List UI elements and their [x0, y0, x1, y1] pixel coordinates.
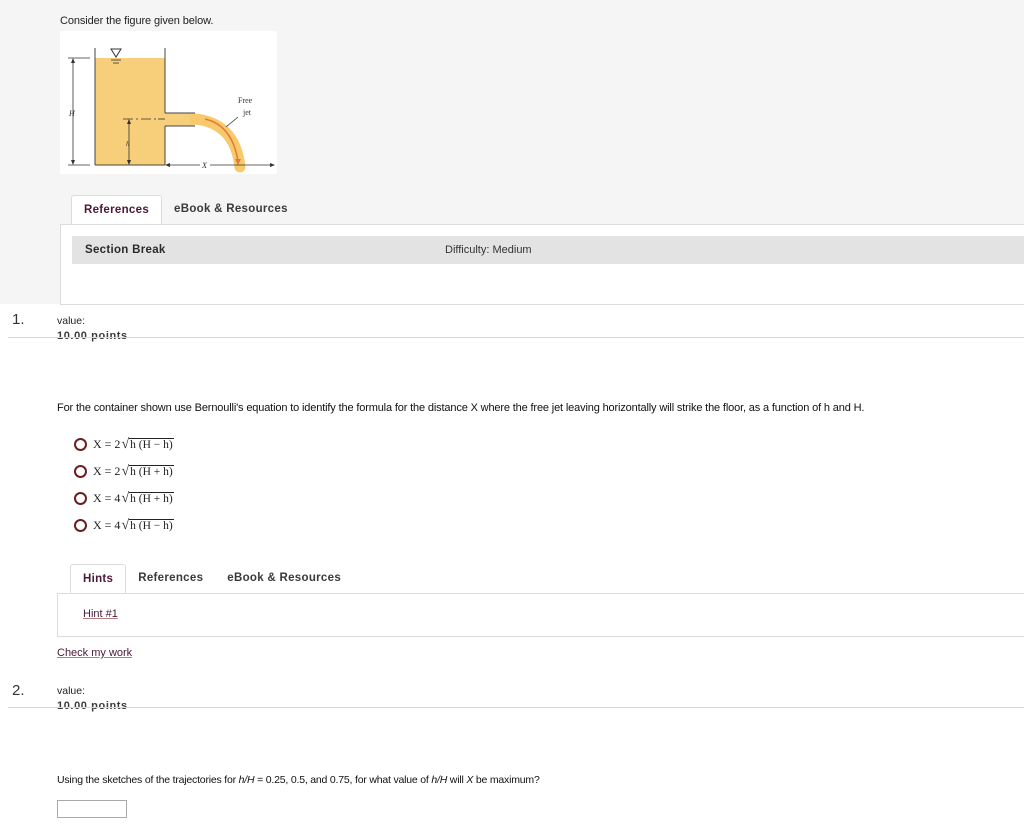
- radio-button[interactable]: [74, 465, 87, 478]
- hint-1-link[interactable]: Hint #1: [83, 608, 118, 620]
- hints-panel: Hint #1: [57, 593, 1024, 637]
- sqrt-icon: √: [121, 517, 130, 533]
- tab-ebook-resources[interactable]: eBook & Resources: [162, 195, 300, 225]
- tab-references[interactable]: References: [126, 564, 215, 594]
- question-2-divider: [8, 707, 1024, 708]
- question-1-points: 10.00 points: [57, 330, 128, 342]
- option-formula: X = 2 √ h (H − h): [93, 436, 174, 452]
- difficulty-label: Difficulty: Medium: [445, 244, 532, 256]
- question-2-number: 2.: [12, 682, 25, 699]
- answer-input[interactable]: [57, 800, 127, 818]
- water-fill: [95, 58, 165, 165]
- answer-option[interactable]: X = 2 √ h (H + h): [74, 458, 174, 485]
- answer-option[interactable]: X = 4 √ h (H + h): [74, 485, 174, 512]
- question-1-number: 1.: [12, 311, 25, 328]
- option-formula: X = 4 √ h (H + h): [93, 490, 174, 506]
- check-my-work-link[interactable]: Check my work: [57, 647, 132, 659]
- question-2-value-label: value:: [57, 685, 86, 697]
- jet-label: jet: [242, 108, 252, 117]
- sqrt-icon: √: [121, 436, 130, 452]
- radio-button[interactable]: [74, 519, 87, 532]
- tab-references[interactable]: References: [71, 195, 163, 226]
- question-1-divider: [8, 337, 1024, 338]
- option-formula: X = 4 √ h (H − h): [93, 517, 174, 533]
- sqrt-icon: √: [121, 490, 130, 506]
- radio-button[interactable]: [74, 492, 87, 505]
- free-surface-symbol: [110, 48, 122, 58]
- section-break-bar: Section Break Difficulty: Medium: [72, 236, 1024, 264]
- container-figure: H h X Free jet: [60, 31, 277, 174]
- answer-options: X = 2 √ h (H − h) X = 2 √ h (H + h) X = 4 …: [74, 431, 174, 539]
- hints-tabs: Hints References eBook & Resources: [70, 564, 353, 595]
- tab-hints[interactable]: Hints: [70, 564, 127, 595]
- h-label: h: [126, 140, 130, 148]
- section-break-label: Section Break: [85, 244, 166, 256]
- H-label: H: [68, 109, 76, 118]
- question-1-value-label: value:: [57, 315, 86, 327]
- resources-tabs: References eBook & Resources: [71, 195, 300, 226]
- tank-diagram: H h X Free jet: [68, 48, 275, 173]
- tab-ebook-resources[interactable]: eBook & Resources: [215, 564, 353, 594]
- X-label: X: [201, 161, 208, 170]
- intro-text: Consider the figure given below.: [60, 15, 214, 27]
- answer-option[interactable]: X = 4 √ h (H − h): [74, 512, 174, 539]
- answer-option[interactable]: X = 2 √ h (H − h): [74, 431, 174, 458]
- question-2-points: 10.00 points: [57, 700, 128, 712]
- references-panel: Section Break Difficulty: Medium: [60, 224, 1024, 305]
- radio-button[interactable]: [74, 438, 87, 451]
- free-label: Free: [238, 96, 253, 105]
- option-formula: X = 2 √ h (H + h): [93, 463, 174, 479]
- question-2-text: Using the sketches of the trajectories f…: [57, 774, 540, 786]
- question-1-text: For the container shown use Bernoulli's …: [57, 402, 865, 414]
- sqrt-icon: √: [121, 463, 130, 479]
